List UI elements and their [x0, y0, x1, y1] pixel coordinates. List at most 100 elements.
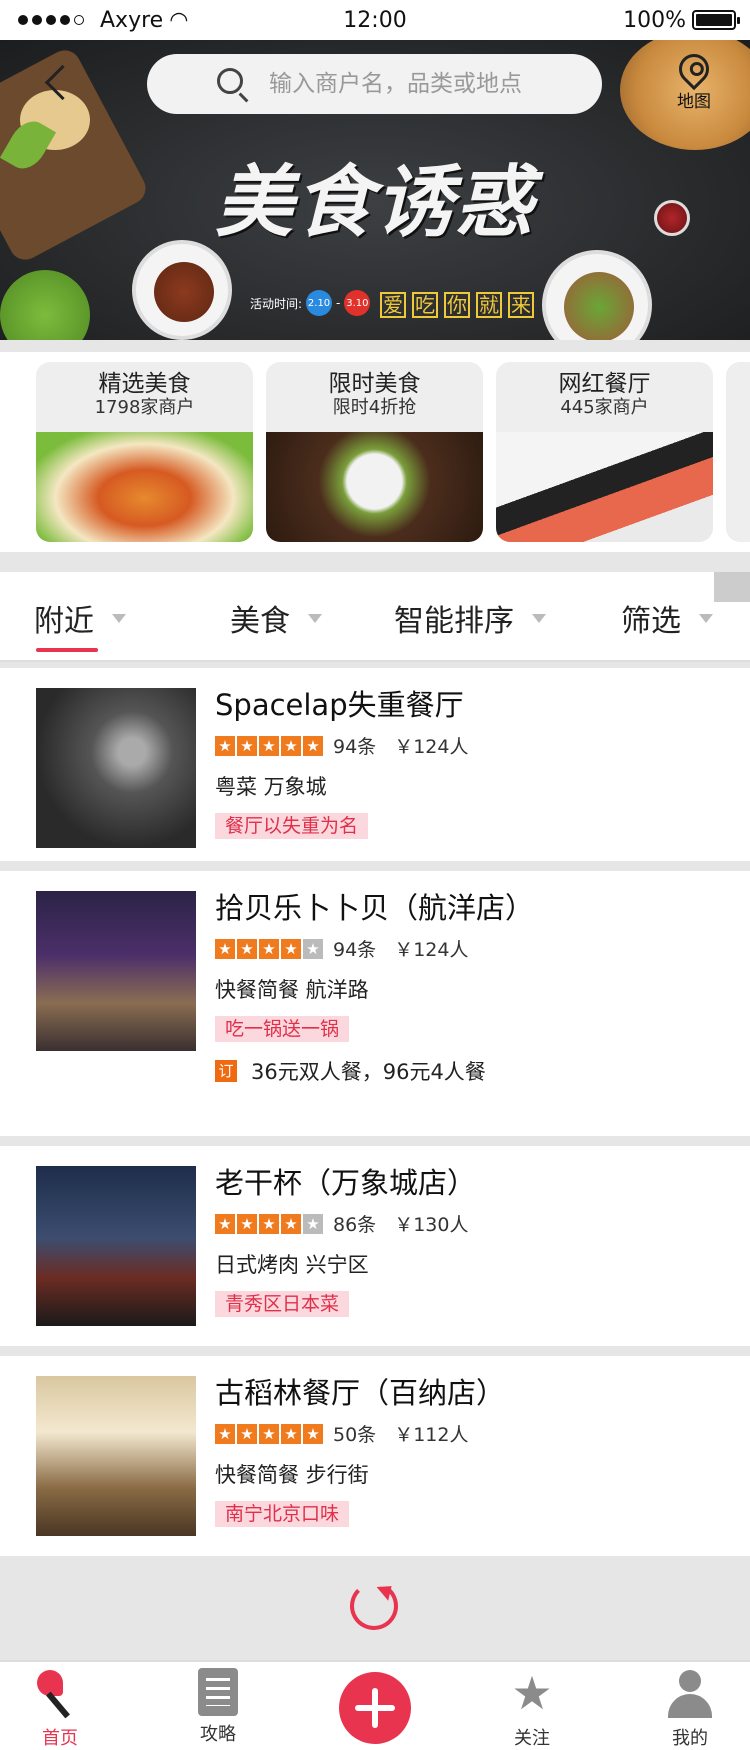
- category-sub: 限时4折抢: [332, 397, 417, 418]
- restaurant-item[interactable]: 拾贝乐卜卜贝（航洋店） ★ ★ ★ ★ ★ 94条 ￥124人 快餐简餐 航洋路 吃一锅…: [0, 871, 750, 1136]
- promo-tag: 吃一锅送一锅: [215, 1016, 350, 1042]
- date-separator: -: [336, 296, 341, 310]
- rating-row: ★ ★ ★ ★ ★ 94条 ￥124人: [215, 732, 468, 759]
- category-name: 精选美食: [98, 371, 191, 397]
- map-button[interactable]: 地图: [668, 47, 720, 118]
- steak-plate-image: [132, 240, 232, 340]
- restaurant-photo: [36, 688, 196, 848]
- filter-label: 附近: [34, 604, 94, 639]
- star-rating: ★ ★ ★ ★ ★: [215, 1423, 323, 1444]
- restaurant-name: Spacelap失重餐厅: [215, 688, 464, 722]
- nav-label: 首页: [42, 1728, 78, 1749]
- notebook-icon: [198, 1668, 238, 1716]
- battery-group: 100%: [623, 7, 740, 33]
- refresh-icon[interactable]: [350, 1582, 398, 1630]
- dropdown-arrow-icon: [532, 613, 546, 623]
- salad-plate-image: [542, 250, 652, 340]
- nav-label: 我的: [672, 1728, 708, 1749]
- slogan-char: 来: [508, 292, 534, 318]
- search-input[interactable]: [269, 64, 589, 104]
- filter-label: 筛选: [621, 604, 681, 639]
- category-image: [266, 432, 483, 542]
- restaurant-meta: 快餐简餐 步行街: [215, 1463, 369, 1487]
- restaurant-item[interactable]: Spacelap失重餐厅 ★ ★ ★ ★ ★ 94条 ￥124人 粤菜 万象城 餐厅以失…: [0, 668, 750, 861]
- battery-icon: [692, 10, 740, 30]
- restaurant-meta: 日式烤肉 兴宁区: [215, 1253, 369, 1277]
- dropdown-arrow-icon: [308, 613, 322, 623]
- filter-sort[interactable]: 智能排序: [394, 596, 546, 640]
- restaurant-name: 老干杯（万象城店）: [215, 1166, 477, 1200]
- leaf-image: [0, 270, 90, 340]
- star-rating: ★ ★ ★ ★ ★: [215, 735, 323, 756]
- nav-me[interactable]: 我的: [640, 1668, 740, 1750]
- star-icon: ★: [511, 1666, 553, 1720]
- map-pin-icon: [672, 47, 716, 91]
- category-sub: 445家商户: [560, 397, 649, 418]
- category-card-featured[interactable]: 精选美食 1798家商户: [36, 362, 253, 542]
- category-card-limited[interactable]: 限时美食 限时4折抢: [266, 362, 483, 542]
- filter-food[interactable]: 美食: [230, 596, 322, 640]
- restaurant-photo: [36, 891, 196, 1051]
- category-image: [36, 432, 253, 542]
- slogan-char: 你: [444, 292, 470, 318]
- search-bar[interactable]: [147, 54, 602, 114]
- category-image: [496, 432, 713, 542]
- promo-tag: 餐厅以失重为名: [215, 813, 369, 839]
- filter-label: 智能排序: [394, 604, 514, 639]
- restaurant-item[interactable]: 老干杯（万象城店） ★ ★ ★ ★ ★ 86条 ￥130人 日式烤肉 兴宁区 青秀区日本…: [0, 1146, 750, 1346]
- review-count: 94条: [333, 736, 377, 758]
- filter-bar: 附近 美食 智能排序 筛选: [0, 572, 750, 662]
- dropdown-arrow-icon: [699, 613, 713, 623]
- activity-label: 活动时间:: [250, 296, 303, 311]
- category-card-trending[interactable]: 网红餐厅 445家商户: [496, 362, 713, 542]
- map-label: 地图: [677, 92, 711, 112]
- restaurant-meta: 粤菜 万象城: [215, 775, 327, 799]
- restaurant-photo: [36, 1376, 196, 1536]
- restaurant-photo: [36, 1166, 196, 1326]
- restaurant-item[interactable]: 古稻林餐厅（百纳店） ★ ★ ★ ★ ★ 50条 ￥112人 快餐简餐 步行街 南宁北京…: [0, 1356, 750, 1556]
- deal-text: 36元双人餐，96元4人餐: [251, 1060, 486, 1084]
- add-button[interactable]: [339, 1672, 411, 1744]
- banner-title: 美食诱惑: [214, 157, 535, 248]
- nav-label: 攻略: [200, 1724, 236, 1745]
- slogan-char: 吃: [412, 292, 438, 318]
- rating-row: ★ ★ ★ ★ ★ 86条 ￥130人: [215, 1210, 468, 1237]
- scrollbar-thumb[interactable]: [714, 572, 750, 602]
- promo-tag: 南宁北京口味: [215, 1501, 350, 1527]
- review-count: 50条: [333, 1424, 377, 1446]
- nav-guide[interactable]: 攻略: [168, 1668, 268, 1746]
- active-tab-underline: [36, 648, 98, 652]
- filter-screen[interactable]: 筛选: [621, 596, 713, 640]
- rating-row: ★ ★ ★ ★ ★ 94条 ￥124人: [215, 935, 468, 962]
- category-sub: 1798家商户: [94, 397, 195, 418]
- back-icon[interactable]: [44, 66, 74, 96]
- star-rating: ★ ★ ★ ★ ★: [215, 938, 323, 959]
- nav-label: 关注: [514, 1728, 550, 1749]
- nav-follow[interactable]: ★ 关注: [482, 1668, 582, 1750]
- avg-price: ￥130人: [394, 1214, 469, 1236]
- user-icon: [665, 1668, 715, 1720]
- avg-price: ￥124人: [394, 939, 469, 961]
- category-name: 网红餐厅: [558, 371, 651, 397]
- star-rating: ★ ★ ★ ★ ★: [215, 1213, 323, 1234]
- slogan-char: 就: [476, 292, 502, 318]
- date-end-badge: 3.10: [344, 290, 371, 316]
- category-carousel[interactable]: 精选美食 1798家商户 限时美食 限时4折抢 网红餐厅 445家商户: [0, 352, 750, 552]
- date-start-badge: 2.10: [306, 290, 333, 316]
- restaurant-name: 古稻林餐厅（百纳店）: [215, 1376, 506, 1410]
- filter-nearby[interactable]: 附近: [34, 596, 126, 640]
- activity-time: 活动时间: 2.10 - 3.10: [250, 290, 371, 316]
- avg-price: ￥124人: [394, 736, 469, 758]
- banner-slogan: 爱 吃 你 就 来: [380, 292, 534, 318]
- booking-icon: 订: [215, 1060, 237, 1082]
- avg-price: ￥112人: [394, 1424, 469, 1446]
- promo-tag: 青秀区日本菜: [215, 1291, 350, 1317]
- rating-row: ★ ★ ★ ★ ★ 50条 ￥112人: [215, 1420, 468, 1447]
- review-count: 86条: [333, 1214, 377, 1236]
- restaurant-meta: 快餐简餐 航洋路: [215, 978, 369, 1002]
- category-card-partial[interactable]: [726, 362, 750, 542]
- category-name: 限时美食: [328, 371, 421, 397]
- deal-row[interactable]: 订 36元双人餐，96元4人餐: [215, 1056, 486, 1086]
- nav-home[interactable]: 首页: [10, 1668, 110, 1750]
- battery-percent: 100%: [623, 7, 686, 33]
